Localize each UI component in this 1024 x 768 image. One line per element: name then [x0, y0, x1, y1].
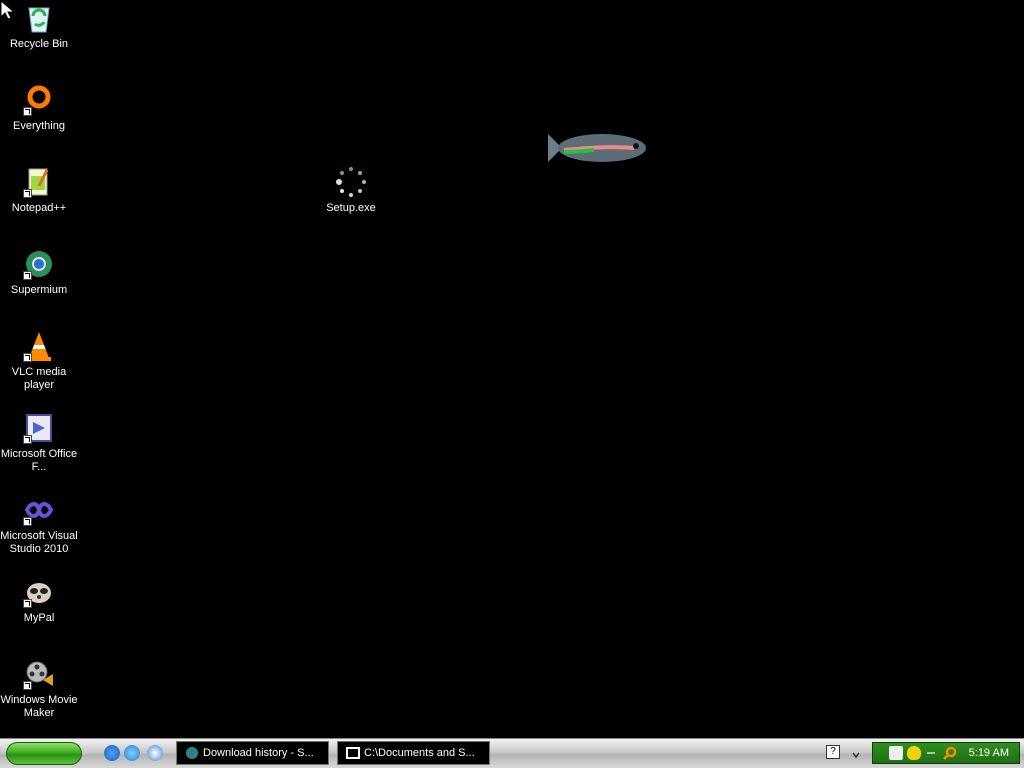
- desktop-icon-everything[interactable]: Everything: [0, 84, 78, 133]
- media-player-icon[interactable]: [147, 745, 163, 761]
- desktop-icon-notepadpp[interactable]: Notepad++: [0, 166, 78, 215]
- office-icon: [23, 412, 55, 444]
- visual-studio-icon: [23, 494, 55, 526]
- vlc-icon: [23, 330, 55, 362]
- everything-icon: [23, 84, 55, 116]
- ie-icon[interactable]: [104, 745, 120, 761]
- desktop-icon-label: Recycle Bin: [9, 38, 69, 50]
- notepadpp-icon: [23, 166, 55, 198]
- shortcut-arrow-icon: [23, 271, 32, 280]
- mypal-icon: [23, 576, 55, 608]
- start-button[interactable]: [6, 742, 82, 765]
- shortcut-arrow-icon: [23, 599, 32, 608]
- clock[interactable]: 5:19 AM: [969, 743, 1009, 763]
- movie-maker-icon: [23, 658, 55, 690]
- search-icon[interactable]: [943, 746, 957, 760]
- taskbar: Download history - S... C:\Documents and…: [0, 738, 1024, 768]
- task-label: C:\Documents and S...: [364, 747, 475, 759]
- supermium-icon: [23, 248, 55, 280]
- desktop-icon-setup[interactable]: Setup.exe: [312, 166, 390, 215]
- cursor-arrow-icon: [0, 0, 16, 20]
- ie-alt-icon[interactable]: [124, 745, 140, 761]
- system-tray: 5:19 AM: [872, 742, 1020, 764]
- task-label: Download history - S...: [203, 747, 314, 759]
- shortcut-arrow-icon: [23, 681, 32, 690]
- desktop-icon-movie-maker[interactable]: Windows Movie Maker: [0, 658, 78, 720]
- desktop-icon-label: VLC media player: [11, 366, 67, 391]
- desktop-icon-label: MyPal: [23, 612, 55, 624]
- browser-icon: [185, 746, 199, 760]
- fish-icon: [546, 126, 650, 170]
- help-icon[interactable]: ?: [826, 745, 840, 759]
- desktop-icon-mypal[interactable]: MyPal: [0, 576, 78, 625]
- language-bar-chevron-icon[interactable]: [852, 743, 860, 761]
- shortcut-arrow-icon: [23, 435, 32, 444]
- 7zip-icon: [346, 746, 360, 760]
- desktop-icon-label: Windows Movie Maker: [0, 694, 78, 719]
- taskbar-task-documents[interactable]: C:\Documents and S...: [337, 741, 490, 765]
- network-icon[interactable]: [889, 746, 903, 760]
- desktop-icon-label: Notepad++: [11, 202, 67, 214]
- desktop-icon-label: Everything: [13, 120, 65, 132]
- shortcut-arrow-icon: [23, 189, 32, 198]
- shortcut-arrow-icon: [23, 517, 32, 526]
- loading-icon: [335, 166, 367, 198]
- security-shield-icon[interactable]: [907, 746, 921, 760]
- desktop-icon-supermium[interactable]: Supermium: [0, 248, 78, 297]
- desktop-icon-visual-studio[interactable]: Microsoft Visual Studio 2010: [0, 494, 78, 556]
- shortcut-arrow-icon: [23, 353, 32, 362]
- taskbar-task-download-history[interactable]: Download history - S...: [176, 741, 329, 765]
- desktop-icon-label: Microsoft Office F...: [0, 448, 78, 473]
- desktop-icon-label: Microsoft Visual Studio 2010: [0, 530, 78, 555]
- desktop-icon-label: Setup.exe: [326, 202, 376, 214]
- recycle-bin-icon: [23, 2, 55, 34]
- shortcut-arrow-icon: [23, 107, 32, 116]
- desktop-icon-label: Supermium: [10, 284, 68, 296]
- desktop-icon-vlc[interactable]: VLC media player: [0, 330, 78, 392]
- desktop-icon-office[interactable]: Microsoft Office F...: [0, 412, 78, 474]
- desktop: Recycle Bin Everything Notepad++ Supermi…: [0, 0, 1024, 738]
- volume-icon[interactable]: [927, 752, 935, 754]
